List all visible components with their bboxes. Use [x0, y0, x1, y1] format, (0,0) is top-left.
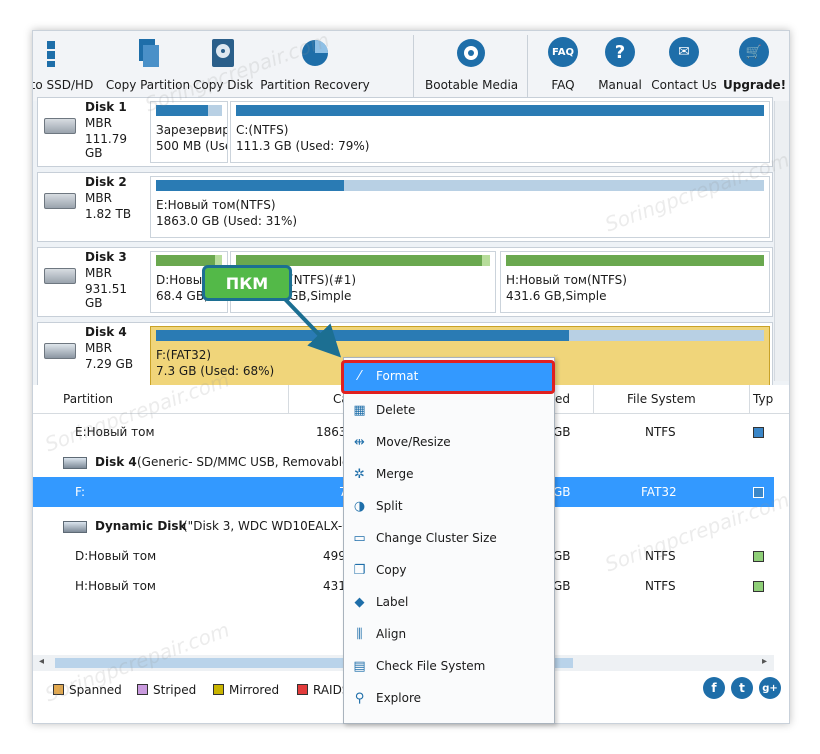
annotation-arrow	[280, 294, 342, 358]
annotation-callout: ПКМ	[202, 265, 292, 301]
